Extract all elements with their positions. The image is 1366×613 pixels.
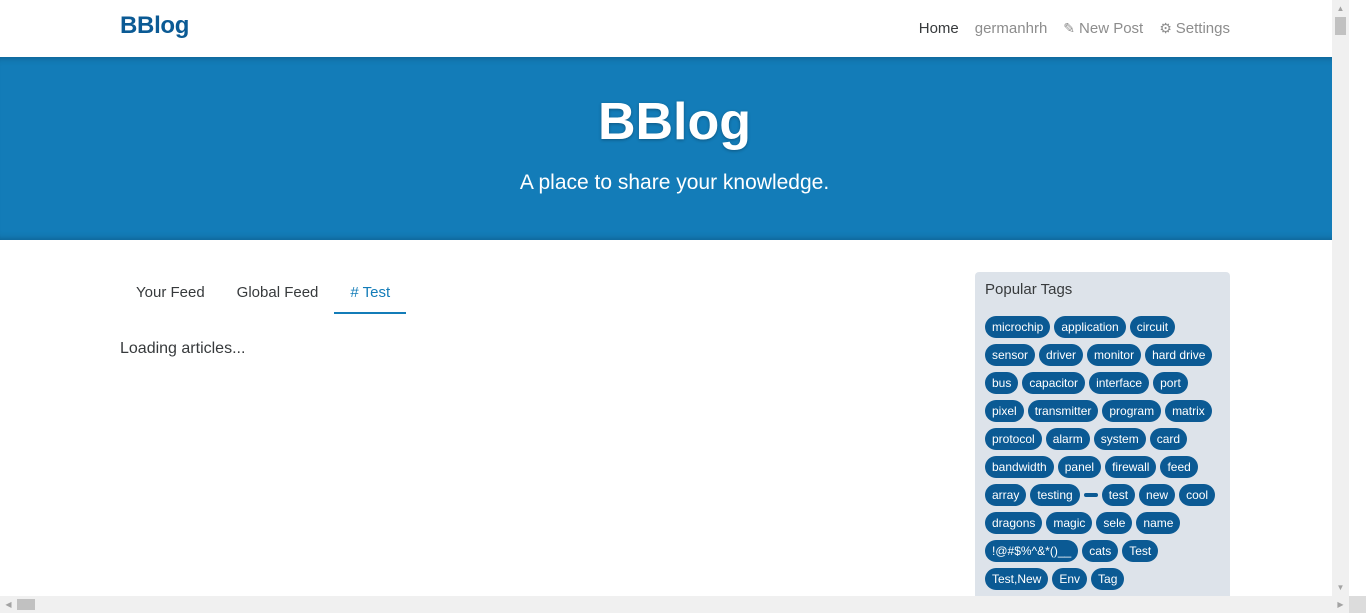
nav-links: Home germanhrh ✎ New Post ⚙ Settings: [903, 0, 1230, 57]
nav-profile-label: germanhrh: [974, 20, 1048, 37]
tag-pill[interactable]: bus: [985, 372, 1019, 394]
vertical-scroll-thumb[interactable]: [1335, 17, 1346, 35]
tag-pill[interactable]: circuit: [1129, 316, 1176, 338]
tag-pill[interactable]: magic: [1046, 512, 1093, 534]
tag-pill[interactable]: bandwidth: [985, 456, 1054, 478]
horizontal-scrollbar[interactable]: ◀ ▶: [0, 596, 1349, 613]
scrollbar-corner: [1349, 596, 1366, 613]
tag-pill[interactable]: pixel: [985, 400, 1024, 422]
tag-pill[interactable]: array: [985, 484, 1027, 506]
tag-pill[interactable]: new: [1139, 484, 1176, 506]
banner-title: BBlog: [597, 93, 752, 151]
popular-tags-title: Popular Tags: [985, 281, 1073, 298]
loading-articles-text: Loading articles...: [120, 340, 246, 357]
brand-logo[interactable]: BBlog: [120, 12, 189, 40]
tag-pill[interactable]: interface: [1089, 372, 1150, 394]
tag-pill[interactable]: name: [1136, 512, 1181, 534]
tag-pill[interactable]: capacitor: [1022, 372, 1086, 394]
nav-new-post-label: New Post: [1079, 20, 1144, 37]
tag-pill[interactable]: cool: [1179, 484, 1216, 506]
tag-pill[interactable]: system: [1093, 428, 1146, 450]
tag-pill[interactable]: sensor: [985, 344, 1036, 366]
horizontal-scroll-thumb[interactable]: [17, 599, 35, 610]
scroll-up-icon[interactable]: ▲: [1332, 0, 1349, 17]
banner-subtitle: A place to share your knowledge.: [519, 171, 830, 194]
tag-pill[interactable]: program: [1102, 400, 1162, 422]
tab-your-feed[interactable]: Your Feed: [120, 272, 221, 314]
popular-tags-sidebar: Popular Tags microchip application circuit…: [975, 272, 1230, 596]
navbar: BBlog Home germanhrh ✎ New Post ⚙ Settin…: [0, 0, 1349, 57]
feed-tabs: Your Feed Global Feed # Test: [120, 272, 953, 314]
edit-icon: ✎: [1063, 20, 1076, 36]
tag-pill[interactable]: alarm: [1045, 428, 1090, 450]
gear-icon: ⚙: [1159, 20, 1172, 36]
nav-home-label: Home: [918, 20, 959, 37]
page: BBlog Home germanhrh ✎ New Post ⚙ Settin…: [0, 0, 1349, 596]
tab-tag-test[interactable]: # Test: [334, 272, 407, 314]
nav-home-link[interactable]: Home: [919, 20, 959, 37]
tag-pill[interactable]: Test: [1122, 540, 1159, 562]
tag-pill[interactable]: Env: [1052, 568, 1088, 590]
tag-pill[interactable]: Tag: [1091, 568, 1125, 590]
tag-pill[interactable]: dragons: [985, 512, 1043, 534]
nav-settings-label: Settings: [1175, 20, 1230, 37]
tag-pill[interactable]: application: [1054, 316, 1126, 338]
tag-pill[interactable]: test: [1101, 484, 1136, 506]
tag-pill[interactable]: panel: [1057, 456, 1102, 478]
tag-pill[interactable]: port: [1153, 372, 1188, 394]
tag-pill[interactable]: monitor: [1087, 344, 1142, 366]
banner: BBlog A place to share your knowledge.: [0, 57, 1349, 240]
nav-new-post-link[interactable]: ✎ New Post: [1063, 20, 1143, 37]
tag-pill[interactable]: Test,New: [985, 568, 1049, 590]
vertical-scrollbar[interactable]: ▲ ▼: [1332, 0, 1349, 596]
tag-pill[interactable]: cats: [1082, 540, 1119, 562]
tag-list: microchip application circuit sensor driver m…: [985, 316, 1220, 590]
scroll-right-icon[interactable]: ▶: [1332, 596, 1349, 613]
nav-profile-link[interactable]: germanhrh: [975, 20, 1048, 37]
tag-pill[interactable]: !@#$%^&*()__: [985, 540, 1079, 562]
nav-settings-link[interactable]: ⚙ Settings: [1159, 20, 1230, 37]
tag-pill[interactable]: protocol: [985, 428, 1042, 450]
tag-pill[interactable]: sele: [1096, 512, 1133, 534]
tag-pill[interactable]: matrix: [1165, 400, 1212, 422]
tag-pill[interactable]: firewall: [1105, 456, 1157, 478]
tag-pill[interactable]: testing: [1030, 484, 1080, 506]
tag-pill[interactable]: [1083, 493, 1098, 497]
tag-pill[interactable]: microchip: [985, 316, 1051, 338]
tag-pill[interactable]: transmitter: [1027, 400, 1099, 422]
tag-pill[interactable]: feed: [1160, 456, 1198, 478]
tag-pill[interactable]: hard drive: [1145, 344, 1213, 366]
tag-pill[interactable]: card: [1149, 428, 1188, 450]
tag-pill[interactable]: driver: [1039, 344, 1084, 366]
tab-global-feed[interactable]: Global Feed: [221, 272, 335, 314]
scroll-left-icon[interactable]: ◀: [0, 596, 17, 613]
scroll-down-icon[interactable]: ▼: [1332, 579, 1349, 596]
